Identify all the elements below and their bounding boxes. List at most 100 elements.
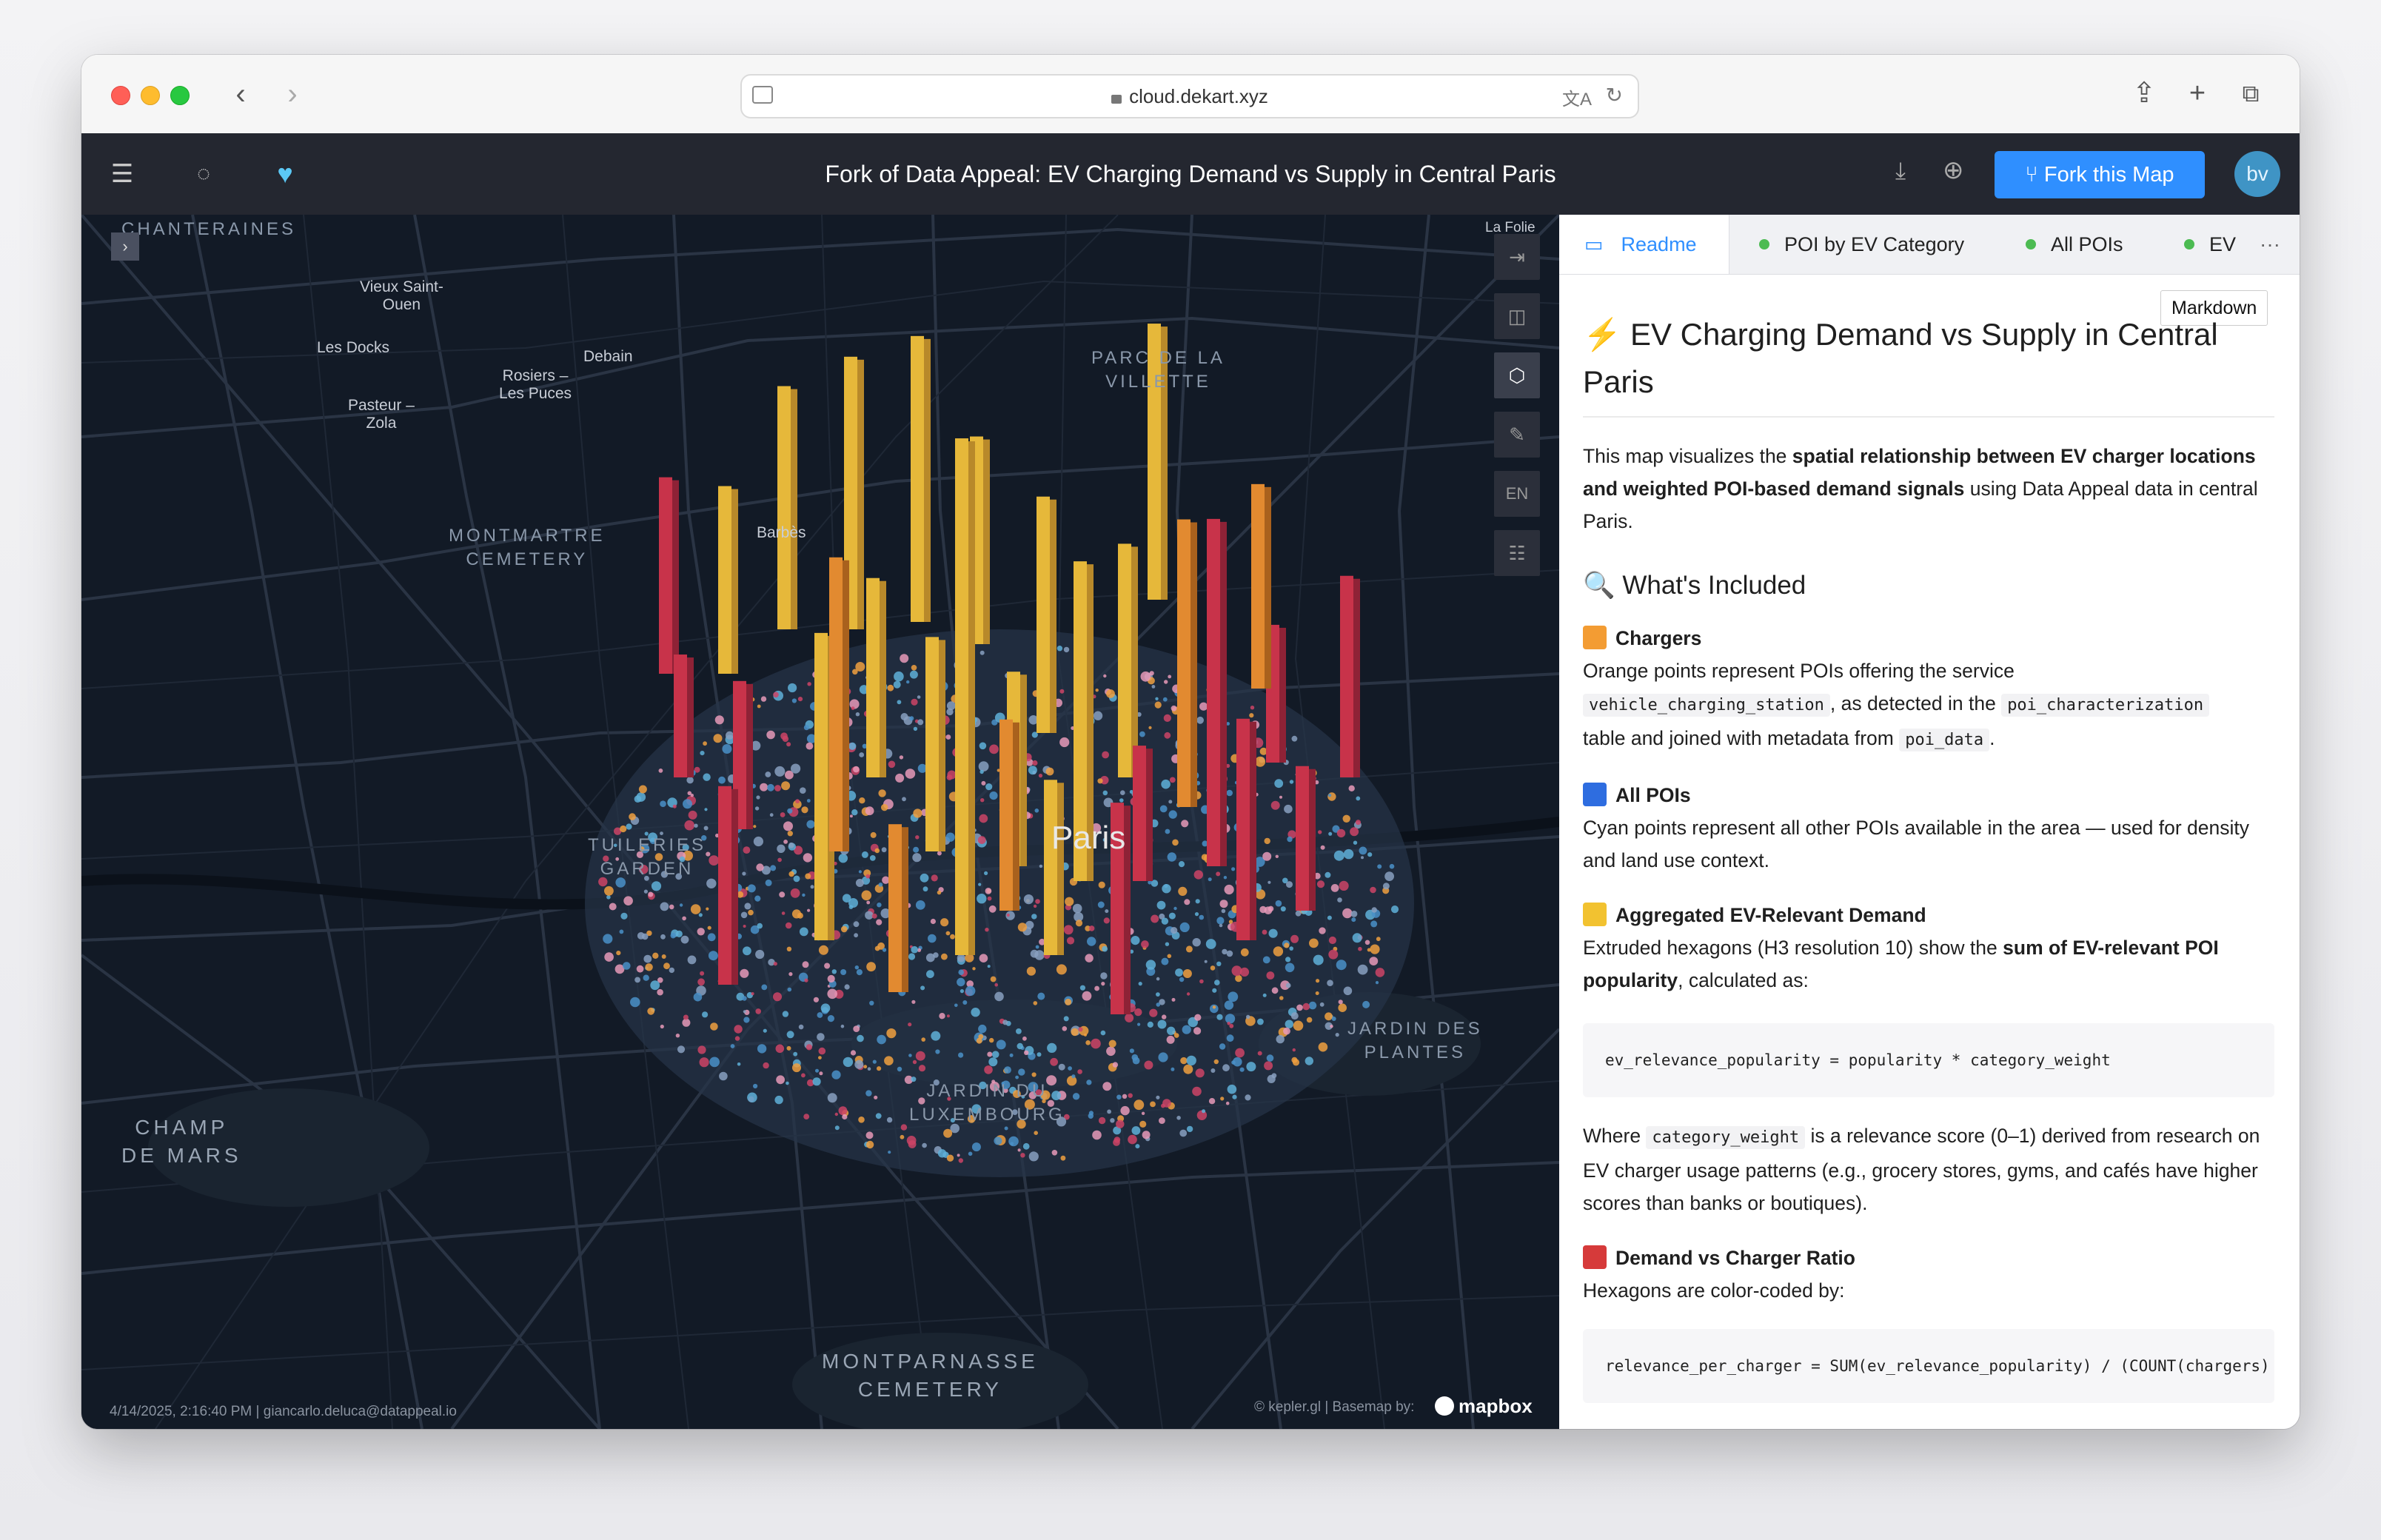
map-canvas[interactable]: CHANTERAINES La Folie Vieux Saint- Ouen … bbox=[81, 215, 1559, 1429]
poi-point bbox=[1224, 884, 1234, 895]
poi-point bbox=[1333, 850, 1344, 861]
more-tabs-icon[interactable]: ··· bbox=[2260, 215, 2280, 274]
poi-point bbox=[876, 919, 883, 925]
poi-point bbox=[706, 907, 709, 911]
new-tab-icon[interactable]: + bbox=[2177, 73, 2218, 114]
collapse-icon[interactable]: ⇥ bbox=[1494, 234, 1540, 280]
poi-point bbox=[1375, 981, 1379, 985]
translate-icon[interactable]: 文A bbox=[1562, 84, 1592, 110]
tab-readme[interactable]: ▭ Readme bbox=[1559, 215, 1729, 274]
poi-point bbox=[1063, 925, 1074, 935]
reload-icon[interactable]: ↻ bbox=[1606, 83, 1623, 107]
forward-button[interactable]: › bbox=[274, 74, 311, 114]
poi-point bbox=[1382, 883, 1390, 890]
poi-point bbox=[902, 797, 906, 802]
poi-point bbox=[1216, 1014, 1223, 1020]
poi-point bbox=[790, 888, 800, 898]
poi-point bbox=[1227, 1022, 1230, 1025]
hexagon-bar bbox=[1207, 518, 1227, 718]
hexagon-bar bbox=[955, 680, 975, 955]
poi-point bbox=[1173, 906, 1177, 911]
poi-point bbox=[1162, 1014, 1167, 1020]
poi-point bbox=[854, 965, 860, 970]
hexagon-bar bbox=[718, 786, 738, 985]
poi-point bbox=[1275, 854, 1279, 858]
poi-point bbox=[1327, 794, 1332, 797]
draw-polygon-icon[interactable]: ✎ bbox=[1494, 412, 1540, 458]
included-heading: 🔍 What's Included bbox=[1583, 571, 1806, 600]
poi-point bbox=[788, 972, 793, 977]
tab-overview-icon[interactable]: ⧉ bbox=[2230, 73, 2271, 114]
poi-point bbox=[660, 934, 666, 940]
poi-point bbox=[1060, 1155, 1066, 1161]
poi-point bbox=[1220, 1097, 1225, 1101]
poi-point bbox=[853, 766, 860, 773]
poi-point bbox=[1338, 1000, 1343, 1005]
back-button[interactable]: ‹ bbox=[222, 74, 259, 114]
poi-point bbox=[1004, 1066, 1011, 1074]
poi-point bbox=[679, 903, 683, 907]
mapbox-logo[interactable]: mapbox bbox=[1435, 1395, 1533, 1418]
3d-cube-icon[interactable]: ⬡ bbox=[1494, 352, 1540, 398]
address-bar[interactable]: cloud.dekart.xyz 文A ↻ bbox=[740, 74, 1639, 118]
poi-point bbox=[1141, 940, 1149, 948]
poi-point bbox=[1375, 968, 1385, 977]
tab-poi-by-ev-category[interactable]: POI by EV Category bbox=[1759, 215, 1964, 274]
tab-all-pois[interactable]: All POIs bbox=[2026, 215, 2123, 274]
poi-point bbox=[933, 952, 939, 958]
poi-point bbox=[687, 955, 697, 965]
poi-point bbox=[861, 890, 872, 901]
poi-point bbox=[714, 715, 724, 725]
poi-point bbox=[1369, 957, 1379, 965]
poi-point bbox=[1202, 1109, 1206, 1114]
poi-point bbox=[682, 916, 686, 921]
poi-point bbox=[1235, 1048, 1245, 1058]
poi-point bbox=[1141, 1111, 1145, 1116]
poi-point bbox=[1276, 1034, 1285, 1044]
poi-point bbox=[1108, 1040, 1116, 1048]
poi-point bbox=[760, 696, 767, 702]
poi-point bbox=[872, 1059, 877, 1064]
poi-point bbox=[915, 835, 920, 840]
poi-point bbox=[730, 1044, 735, 1048]
poi-point bbox=[803, 853, 813, 863]
poi-point bbox=[1350, 911, 1358, 917]
poi-point bbox=[1313, 954, 1324, 965]
globe-icon[interactable]: ⊕ bbox=[1943, 155, 1964, 185]
zoom-window-button[interactable] bbox=[170, 86, 190, 105]
poi-point bbox=[994, 982, 998, 987]
expand-panel-button[interactable]: › bbox=[111, 232, 139, 261]
map-attribution[interactable]: © kepler.gl | Basemap by: bbox=[1254, 1399, 1414, 1416]
poi-point bbox=[1361, 856, 1364, 860]
code-inline: poi_data bbox=[1899, 729, 1990, 751]
poi-point bbox=[1020, 1153, 1025, 1158]
poi-point bbox=[1181, 820, 1189, 828]
poi-point bbox=[1022, 1142, 1030, 1150]
legend-icon[interactable]: ☷ bbox=[1494, 530, 1540, 576]
minimize-window-button[interactable] bbox=[141, 86, 160, 105]
fork-map-button[interactable]: ⑂ Fork this Map bbox=[1995, 151, 2205, 198]
poi-point bbox=[866, 900, 871, 905]
tab-ev[interactable]: EV bbox=[2184, 215, 2236, 274]
poi-point bbox=[1210, 1068, 1216, 1073]
poi-point bbox=[1161, 957, 1169, 965]
poi-point bbox=[638, 785, 647, 794]
poi-point bbox=[810, 885, 814, 889]
poi-point bbox=[857, 1034, 864, 1042]
split-map-icon[interactable]: ◫ bbox=[1494, 293, 1540, 339]
avatar[interactable]: bv bbox=[2234, 151, 2280, 197]
poi-point bbox=[806, 742, 814, 750]
poi-point bbox=[1149, 1008, 1158, 1017]
poi-point bbox=[702, 1011, 709, 1018]
poi-point bbox=[718, 776, 726, 784]
close-window-button[interactable] bbox=[111, 86, 130, 105]
poi-point bbox=[1351, 917, 1356, 923]
poi-point bbox=[743, 1010, 746, 1014]
download-icon[interactable]: ⤓ bbox=[1895, 157, 1906, 185]
poi-point bbox=[1226, 789, 1233, 797]
poi-point bbox=[1245, 1094, 1251, 1101]
share-icon[interactable]: ⇪ bbox=[2123, 73, 2165, 114]
language-button[interactable]: EN bbox=[1494, 471, 1540, 517]
poi-point bbox=[884, 1056, 894, 1065]
poi-point bbox=[1144, 1060, 1153, 1070]
